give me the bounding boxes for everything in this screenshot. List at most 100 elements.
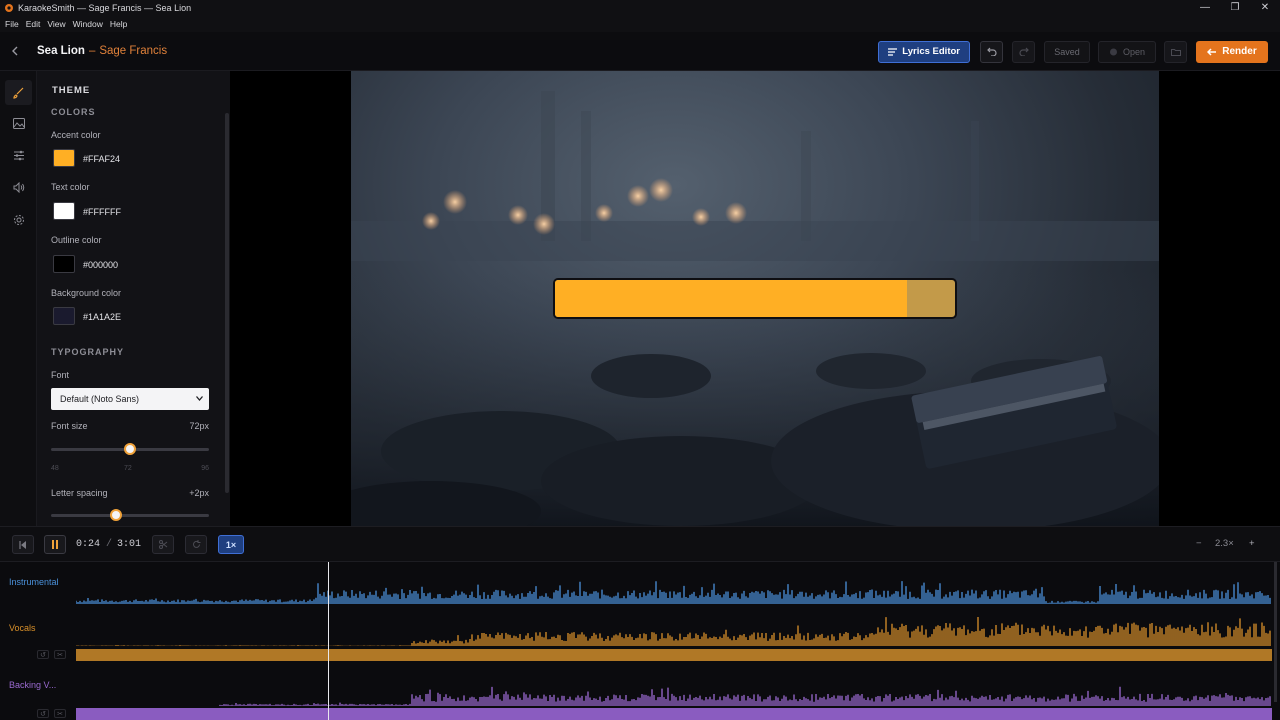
current-time: 0:24 — [76, 539, 101, 550]
text-color-swatch[interactable] — [53, 202, 75, 220]
background-color-swatch[interactable] — [53, 307, 75, 325]
timeline-scrollbar[interactable] — [1274, 562, 1277, 702]
undo-icon — [986, 47, 997, 56]
render-button[interactable]: Render — [1196, 40, 1268, 63]
folder-icon — [1170, 48, 1181, 56]
window-titlebar: KaraokeSmith — Sage Francis — Sea Lion —… — [0, 0, 1280, 16]
font-label: Font — [51, 370, 70, 380]
theme-title: THEME — [52, 85, 91, 96]
font-size-min: 48 — [51, 465, 59, 472]
back-button[interactable] — [11, 44, 27, 59]
panel-scrollbar[interactable] — [225, 113, 229, 493]
background-color-value[interactable]: #1A1A2E — [83, 312, 121, 322]
instrumental-waveform[interactable] — [76, 570, 1272, 606]
header-actions: Lyrics Editor Saved Open Render — [878, 40, 1268, 63]
app-header: Sea Lion – Sage Francis Lyrics Editor Sa… — [0, 32, 1280, 71]
settings-tab-button[interactable] — [5, 207, 32, 232]
backing-vocals-lane-bar[interactable] — [76, 708, 1272, 720]
window-title: KaraokeSmith — Sage Francis — Sea Lion — [18, 3, 192, 13]
track-label-instrumental: Instrumental — [9, 577, 59, 587]
menu-view[interactable]: View — [47, 19, 65, 29]
zoom-out-button[interactable]: − — [1196, 538, 1202, 549]
loop-button[interactable] — [185, 535, 207, 554]
minimize-button[interactable]: — — [1190, 0, 1220, 16]
lyric-progress-fill — [555, 280, 907, 317]
chevron-left-icon — [12, 46, 18, 55]
background-color-label: Background color — [51, 288, 122, 298]
playhead[interactable] — [328, 562, 329, 720]
scissors-icon — [158, 540, 167, 549]
timeline-tracks: Instrumental Vocals ↺ ✂ Backing V... ↺ ✂ — [0, 562, 1280, 720]
speaker-icon — [13, 182, 24, 193]
letter-spacing-label: Letter spacing — [51, 488, 108, 498]
app-icon — [5, 4, 13, 12]
adjustments-tab-button[interactable] — [5, 143, 32, 168]
song-title: Sea Lion — [37, 45, 85, 57]
open-label: Open — [1122, 46, 1146, 57]
font-size-mid: 72 — [124, 465, 132, 472]
theme-panel: THEME COLORS Accent color #FFAF24 Text c… — [37, 71, 230, 526]
outline-color-swatch[interactable] — [53, 255, 75, 273]
accent-color-swatch[interactable] — [53, 149, 75, 167]
vocals-lane-bar[interactable] — [76, 649, 1272, 661]
brush-icon — [12, 87, 23, 99]
font-select[interactable]: Default (Noto Sans) — [51, 388, 209, 410]
vocals-waveform[interactable] — [76, 616, 1272, 648]
backing-vocals-waveform[interactable] — [76, 682, 1272, 708]
maximize-button[interactable]: ❐ — [1220, 0, 1250, 16]
theme-tab-button[interactable] — [5, 80, 32, 105]
saved-button[interactable]: Saved — [1044, 40, 1090, 63]
menu-edit[interactable]: Edit — [26, 19, 41, 29]
track-label-backing-vocals: Backing V... — [9, 680, 57, 690]
folder-button[interactable] — [1164, 40, 1187, 63]
text-color-label: Text color — [51, 182, 90, 192]
lines-icon — [888, 47, 898, 56]
font-size-max: 96 — [201, 465, 209, 472]
skip-start-icon — [19, 540, 26, 549]
transport-bar: 0:24 / 3:01 1× − 2.3× + — [0, 526, 1280, 562]
menu-window[interactable]: Window — [73, 19, 103, 29]
pause-button[interactable] — [44, 535, 66, 554]
loop-icon — [192, 540, 200, 548]
split-button[interactable] — [152, 535, 174, 554]
zoom-in-button[interactable]: + — [1249, 538, 1255, 549]
typography-section-title: TYPOGRAPHY — [51, 347, 125, 357]
lyrics-editor-button[interactable]: Lyrics Editor — [878, 40, 970, 63]
redo-button[interactable] — [1012, 40, 1035, 63]
time-separator: / — [106, 539, 113, 550]
menu-file[interactable]: File — [5, 19, 19, 29]
accent-color-label: Accent color — [51, 130, 101, 140]
video-preview[interactable] — [351, 71, 1159, 526]
song-artist: Sage Francis — [99, 45, 168, 57]
backing-reset-icon[interactable]: ↺ — [37, 709, 49, 718]
menu-help[interactable]: Help — [110, 19, 127, 29]
backing-cut-icon[interactable]: ✂ — [54, 709, 66, 718]
undo-button[interactable] — [980, 40, 1003, 63]
close-button[interactable]: ✕ — [1250, 0, 1280, 16]
letter-spacing-slider-thumb[interactable] — [109, 509, 122, 521]
vocals-reset-icon[interactable]: ↺ — [37, 650, 49, 659]
vocals-cut-icon[interactable]: ✂ — [54, 650, 66, 659]
render-label: Render — [1222, 46, 1257, 57]
outline-color-value[interactable]: #000000 — [83, 260, 118, 270]
colors-section-title: COLORS — [51, 107, 96, 117]
open-button[interactable]: Open — [1098, 40, 1156, 63]
font-size-slider-thumb[interactable] — [124, 443, 136, 455]
text-color-value[interactable]: #FFFFFF — [83, 207, 121, 217]
skip-start-button[interactable] — [12, 535, 34, 554]
letter-spacing-slider[interactable] — [51, 509, 209, 521]
pause-icon — [52, 540, 58, 549]
audio-tab-button[interactable] — [5, 175, 32, 200]
font-size-value: 72px — [189, 421, 209, 431]
background-tab-button[interactable] — [5, 111, 32, 136]
window-controls: — ❐ ✕ — [1190, 0, 1280, 16]
font-size-slider[interactable] — [51, 443, 209, 455]
image-icon — [12, 118, 25, 129]
gear-icon — [13, 214, 24, 225]
chevron-down-icon — [196, 393, 203, 403]
lyrics-editor-label: Lyrics Editor — [902, 46, 960, 57]
playback-speed-button[interactable]: 1× — [218, 535, 244, 554]
track-label-vocals: Vocals — [9, 623, 36, 633]
lyric-progress-bar — [553, 278, 957, 319]
accent-color-value[interactable]: #FFAF24 — [83, 154, 120, 164]
